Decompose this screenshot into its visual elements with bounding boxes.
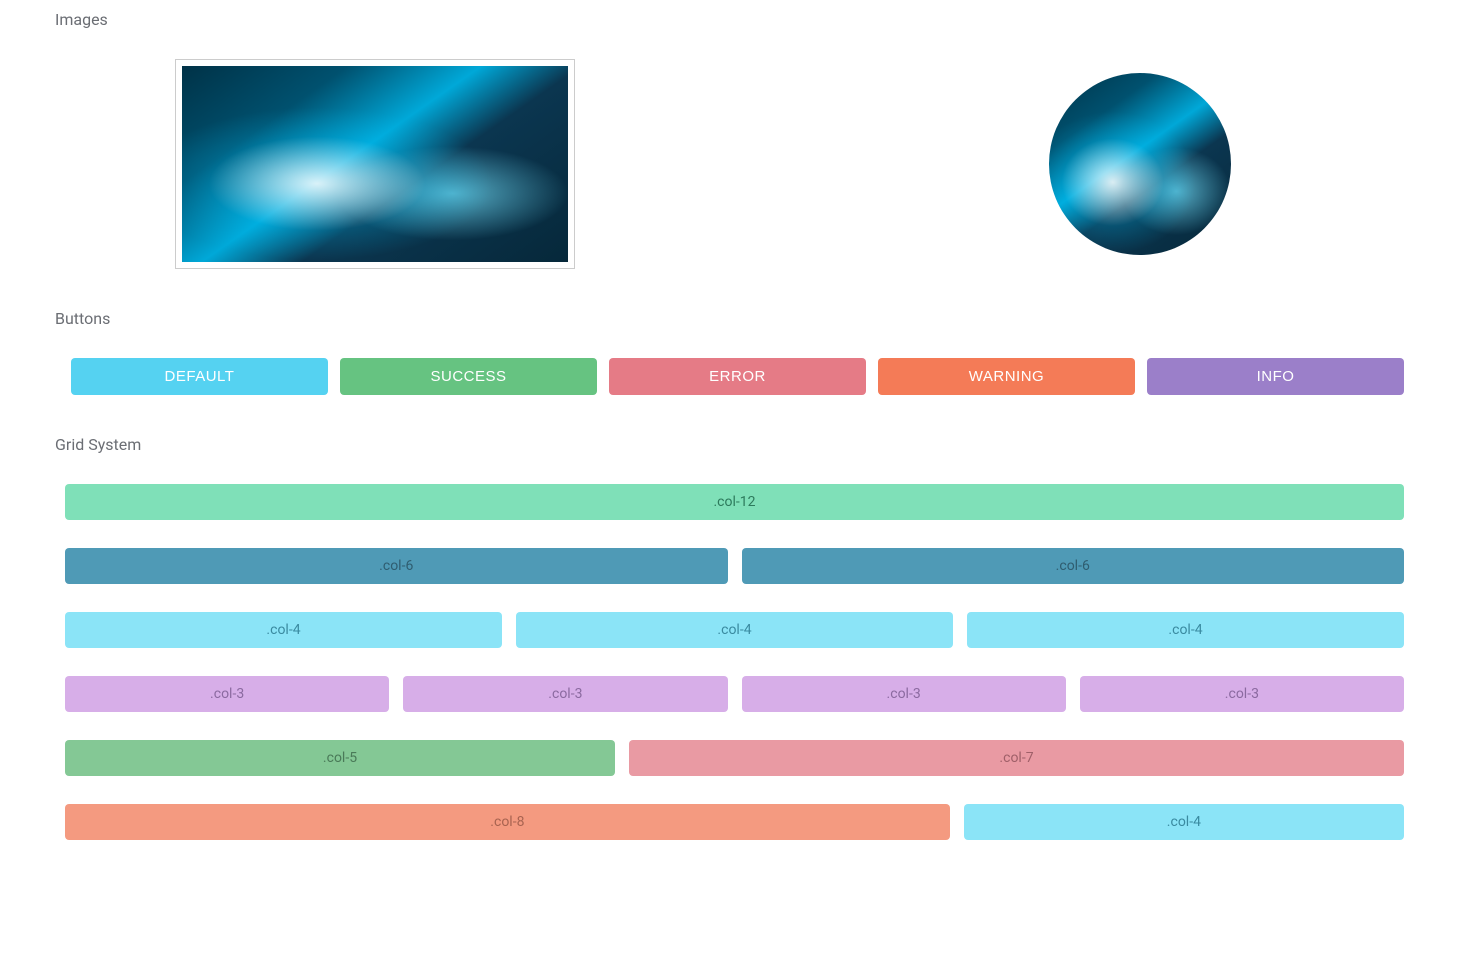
buttons-row: DEFAULT SUCCESS ERROR WARNING INFO [71, 358, 1404, 395]
col-3-b: .col-3 [403, 676, 727, 712]
grid-row-3: .col-4 .col-4 .col-4 [65, 612, 1404, 648]
warning-button[interactable]: WARNING [878, 358, 1135, 395]
images-row [175, 59, 1404, 269]
grid-row-4: .col-3 .col-3 .col-3 .col-3 [65, 676, 1404, 712]
buttons-heading: Buttons [55, 309, 1404, 328]
col-5: .col-5 [65, 740, 615, 776]
col-3-d: .col-3 [1080, 676, 1404, 712]
col-3-c: .col-3 [742, 676, 1066, 712]
error-button[interactable]: ERROR [609, 358, 866, 395]
thumbnail-image-frame [175, 59, 575, 269]
wave-circle-image [1049, 73, 1231, 255]
grid-row-5: .col-5 .col-7 [65, 740, 1404, 776]
success-button[interactable]: SUCCESS [340, 358, 597, 395]
col-4-b: .col-4 [516, 612, 953, 648]
col-4-c: .col-4 [967, 612, 1404, 648]
col-8: .col-8 [65, 804, 950, 840]
grid-row-1: .col-12 [65, 484, 1404, 520]
grid-heading: Grid System [55, 435, 1404, 454]
col-6-b: .col-6 [742, 548, 1405, 584]
info-button[interactable]: INFO [1147, 358, 1404, 395]
col-6-a: .col-6 [65, 548, 728, 584]
grid-row-6: .col-8 .col-4 [65, 804, 1404, 840]
col-4-d: .col-4 [964, 804, 1404, 840]
grid-demo: .col-12 .col-6 .col-6 .col-4 .col-4 .col… [65, 484, 1404, 840]
default-button[interactable]: DEFAULT [71, 358, 328, 395]
col-7: .col-7 [629, 740, 1404, 776]
col-12: .col-12 [65, 484, 1404, 520]
wave-thumbnail-image [182, 66, 568, 262]
circle-image-wrap [875, 59, 1404, 269]
col-4-a: .col-4 [65, 612, 502, 648]
col-3-a: .col-3 [65, 676, 389, 712]
grid-row-2: .col-6 .col-6 [65, 548, 1404, 584]
images-heading: Images [55, 10, 1404, 29]
